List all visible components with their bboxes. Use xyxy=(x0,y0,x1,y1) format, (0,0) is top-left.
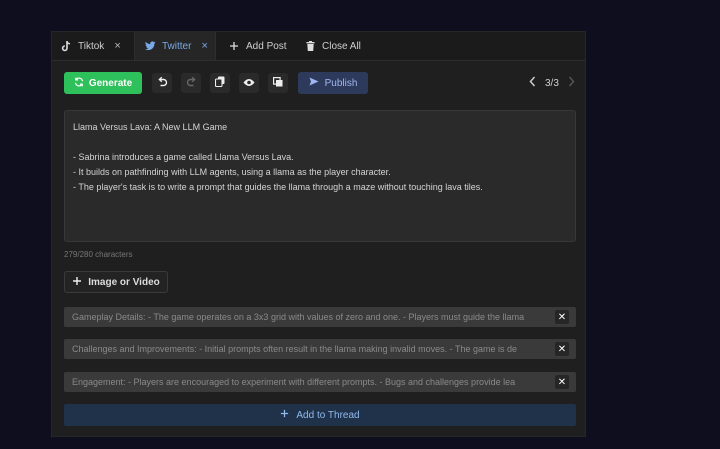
redo-icon xyxy=(186,74,197,92)
chevron-left-icon[interactable] xyxy=(529,76,536,90)
close-icon[interactable]: ✕ xyxy=(555,375,569,389)
post-line: - It builds on pathfinding with LLM agen… xyxy=(73,167,391,177)
tab-tiktok[interactable]: Tiktok × xyxy=(60,32,134,60)
undo-button[interactable] xyxy=(152,73,172,93)
eye-icon xyxy=(243,74,255,92)
post-line xyxy=(73,135,567,150)
duplicate-button[interactable] xyxy=(268,73,288,93)
post-line: Llama Versus Lava: A New LLM Game xyxy=(73,122,228,132)
undo-icon xyxy=(157,74,168,92)
tab-label: Tiktok xyxy=(78,40,105,52)
plus-icon xyxy=(72,276,82,289)
add-post-label: Add Post xyxy=(246,40,287,52)
generate-label: Generate xyxy=(88,77,133,89)
thread-item-text: Gameplay Details: - The game operates on… xyxy=(72,312,525,322)
character-count: 279/280 characters xyxy=(64,250,133,259)
close-tab-icon[interactable]: × xyxy=(114,40,120,52)
tab-bar: Tiktok × Twitter × Add Post Close All xyxy=(52,32,585,61)
close-icon[interactable]: ✕ xyxy=(555,310,569,324)
add-media-label: Image or Video xyxy=(88,276,160,288)
publish-button[interactable]: Publish xyxy=(298,72,368,94)
thread-item[interactable]: Challenges and Improvements: - Initial p… xyxy=(64,339,576,359)
post-line: - Sabrina introduces a game called Llama… xyxy=(73,152,294,162)
post-pager: 3/3 xyxy=(529,72,575,94)
tiktok-icon xyxy=(60,40,72,52)
add-to-thread-button[interactable]: Add to Thread xyxy=(64,404,576,426)
preview-button[interactable] xyxy=(239,73,259,93)
publish-label: Publish xyxy=(324,77,358,89)
thread-item-text: Engagement: - Players are encouraged to … xyxy=(72,377,516,387)
thread-item[interactable]: Gameplay Details: - The game operates on… xyxy=(64,307,576,327)
trash-icon xyxy=(304,40,316,52)
post-line: - The player's task is to write a prompt… xyxy=(73,182,483,192)
close-all-label: Close All xyxy=(322,40,361,52)
thread-item-text: Challenges and Improvements: - Initial p… xyxy=(72,344,518,354)
generate-button[interactable]: Generate xyxy=(64,72,142,94)
refresh-icon xyxy=(74,77,84,90)
close-tab-icon[interactable]: × xyxy=(201,40,207,52)
add-post-tab[interactable]: Add Post xyxy=(228,32,287,60)
post-textarea[interactable]: Llama Versus Lava: A New LLM Game - Sabr… xyxy=(64,110,576,242)
copy-button[interactable] xyxy=(210,73,230,93)
close-all-tab[interactable]: Close All xyxy=(304,32,361,60)
plus-icon xyxy=(228,40,240,52)
thread-item[interactable]: Engagement: - Players are encouraged to … xyxy=(64,372,576,392)
tab-twitter[interactable]: Twitter × xyxy=(134,32,216,60)
copy-icon xyxy=(214,74,225,92)
add-to-thread-label: Add to Thread xyxy=(296,409,360,421)
page-indicator: 3/3 xyxy=(545,77,559,89)
chevron-right-icon[interactable] xyxy=(568,76,575,90)
send-icon xyxy=(309,77,319,89)
plus-icon xyxy=(280,409,289,421)
tab-label: Twitter xyxy=(162,40,192,52)
redo-button[interactable] xyxy=(181,73,201,93)
close-icon[interactable]: ✕ xyxy=(555,342,569,356)
duplicate-icon xyxy=(273,74,283,92)
twitter-icon xyxy=(144,40,156,52)
add-media-button[interactable]: Image or Video xyxy=(64,271,168,293)
post-editor-panel: Tiktok × Twitter × Add Post Close All Ge… xyxy=(51,31,586,437)
